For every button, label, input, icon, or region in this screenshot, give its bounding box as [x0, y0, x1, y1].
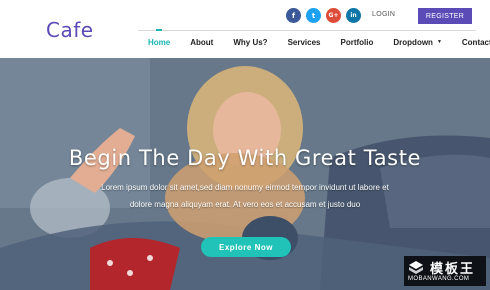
google-plus-icon[interactable]: G+	[326, 8, 341, 23]
watermark-en-text: MOBANWANG.COM	[408, 276, 470, 282]
nav-item-label: Services	[287, 37, 321, 47]
nav-item-contact[interactable]: Contact	[452, 31, 490, 53]
nav-item-label: Portfolio	[340, 37, 374, 47]
watermark: 模板王 MOBANWANG.COM	[404, 256, 486, 286]
nav-item-dropdown[interactable]: Dropdown ▼	[383, 31, 452, 53]
nav-item-services[interactable]: Services	[278, 31, 331, 53]
nav-item-label: Dropdown	[393, 37, 433, 47]
watermark-cn-text: 模板王	[430, 262, 476, 277]
social-links: f t G+ in	[286, 8, 361, 23]
explore-now-button[interactable]: Explore Now	[201, 237, 291, 257]
hero-description-line-2: dolore magna aliquyam erat. At vero eos …	[129, 200, 361, 209]
cube-logo-icon	[409, 261, 423, 274]
caret-down-icon: ▼	[436, 39, 442, 45]
nav-item-label: Why Us?	[233, 37, 268, 47]
facebook-icon[interactable]: f	[286, 8, 301, 23]
nav-item-label: About	[190, 37, 214, 47]
nav-item-why-us[interactable]: Why Us?	[223, 31, 277, 53]
nav-item-label: Contact	[461, 37, 490, 47]
nav-item-label: Home	[148, 37, 171, 47]
nav-item-about[interactable]: About	[180, 31, 223, 53]
hero-description-line-1: Lorem ipsum dolor sit amet,sed diam nonu…	[101, 183, 389, 192]
hero-title: Begin The Day With Great Taste	[68, 146, 422, 170]
nav-item-home[interactable]: Home	[138, 29, 180, 53]
login-link[interactable]: LOGIN	[372, 11, 395, 18]
linkedin-icon[interactable]: in	[346, 8, 361, 23]
twitter-icon[interactable]: t	[306, 8, 321, 23]
main-nav: Home About Why Us? Services Portfolio Dr…	[138, 29, 490, 53]
site-logo[interactable]: Cafe	[46, 18, 94, 42]
site-header: Cafe f t G+ in LOGIN REGISTER Home About…	[0, 0, 490, 58]
register-button[interactable]: REGISTER	[418, 8, 472, 24]
nav-item-portfolio[interactable]: Portfolio	[331, 31, 384, 53]
